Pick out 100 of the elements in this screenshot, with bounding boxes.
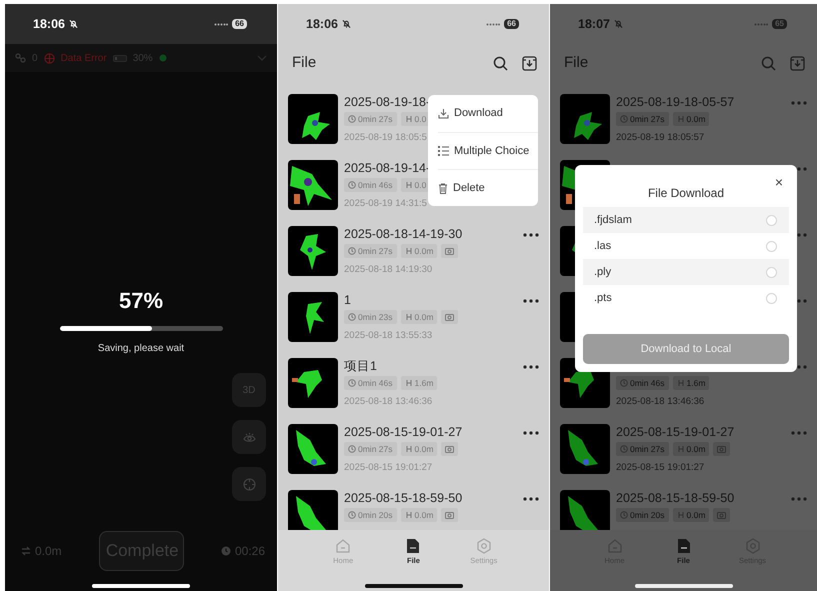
duration-text: 0min 20s <box>358 508 392 522</box>
dialog-title: File Download <box>646 185 726 202</box>
download-icon <box>438 108 449 119</box>
chevron-down-icon[interactable] <box>257 55 267 61</box>
progress-percent: 57% <box>118 287 164 315</box>
file-name: 2025-08-19-18-05-57 <box>616 94 736 110</box>
clock-icon <box>220 546 231 556</box>
duration-text: 0min 27s <box>358 112 392 126</box>
duration-text: 0min 27s <box>630 442 664 456</box>
menu-item[interactable]: Multiple Choice <box>438 132 538 169</box>
duration-text: 0min 27s <box>358 442 392 456</box>
settings-icon <box>744 538 760 554</box>
file-date: 2025-08-15 19:01:27 <box>616 461 706 473</box>
clock-icon <box>620 445 628 453</box>
menu-item[interactable]: Delete <box>438 169 538 206</box>
bell-off-icon <box>342 19 351 29</box>
status-dot-icon <box>158 54 167 62</box>
file-name: 2025-08-15-18-59-50 <box>616 490 736 506</box>
clock-icon <box>348 511 356 519</box>
settings-icon <box>476 538 492 554</box>
distance-text: 0.0m <box>686 442 706 456</box>
clock-icon <box>348 181 356 189</box>
duration-text: 0min 27s <box>630 112 664 126</box>
bell-off-icon <box>68 19 78 29</box>
trash-icon <box>438 182 448 194</box>
file-date: 2025-08-19 18:05:57 <box>616 131 706 143</box>
distance-text: 0.0m <box>686 112 706 126</box>
duration-text: 0min 23s <box>358 310 392 324</box>
crosshair-icon <box>242 478 256 490</box>
format-label: .las <box>594 238 612 254</box>
camera-icon <box>445 511 454 519</box>
clock-icon <box>348 115 356 123</box>
format-label: .ply <box>594 264 612 280</box>
file-date: 2025-08-18 13:46:36 <box>616 395 706 407</box>
more-icon[interactable] <box>523 497 539 501</box>
home-icon <box>606 538 622 554</box>
battery-icon <box>112 54 127 62</box>
file-date: 2025-08-18 13:55:33 <box>344 329 434 341</box>
more-icon[interactable] <box>523 233 539 237</box>
eye-icon <box>242 432 256 442</box>
clock-icon <box>348 379 356 387</box>
battery-indicator: 66 <box>232 19 247 29</box>
more-icon[interactable] <box>523 431 539 435</box>
distance-text: 0.0 <box>414 112 426 126</box>
file-name: 2025-08-19-18- <box>344 94 432 110</box>
duration-text: 0min 27s <box>358 244 392 258</box>
link-icon <box>15 53 26 63</box>
distance-text: 0.0m <box>414 310 434 324</box>
distance-text: 1.6m <box>414 376 434 390</box>
error-text: Data Error <box>60 52 107 66</box>
file-name: 1 <box>344 292 352 308</box>
menu-item[interactable]: Download <box>438 95 538 132</box>
signal-icon <box>214 22 228 26</box>
radio-button[interactable] <box>766 266 777 278</box>
list-icon <box>438 146 449 156</box>
camera-icon <box>717 511 726 519</box>
file-name: 2025-08-15-18-59-50 <box>344 490 464 506</box>
status-time: 18:06 <box>306 16 338 33</box>
clock-icon <box>348 313 356 321</box>
download-icon[interactable] <box>522 56 537 70</box>
crosshair-icon <box>44 52 55 64</box>
file-date: 2025-08-19 18:05:5 <box>344 131 428 143</box>
format-option[interactable]: .ply <box>583 259 789 285</box>
radio-button[interactable] <box>766 214 777 226</box>
duration-text: 0min 46s <box>358 178 392 192</box>
close-button[interactable]: × <box>772 175 785 189</box>
duration-text: 0min 46s <box>630 376 664 390</box>
signal-icon <box>486 22 500 26</box>
format-label: .pts <box>594 290 612 306</box>
distance-text: 0.0m <box>414 508 434 522</box>
distance-text: 0.0m <box>414 244 434 258</box>
format-option[interactable]: .fjdslam <box>583 207 789 233</box>
radio-button[interactable] <box>766 292 777 304</box>
file-name: 2025-08-15-19-01-27 <box>344 424 464 440</box>
camera-icon <box>445 313 454 321</box>
home-icon <box>335 538 352 554</box>
file-name: 2025-08-19-14- <box>344 160 432 176</box>
battery-indicator: 66 <box>504 19 519 29</box>
page-title: File <box>564 52 590 73</box>
distance-text: 1.6m <box>686 376 706 390</box>
radio-button[interactable] <box>766 240 777 252</box>
file-name: 项目1 <box>344 358 378 374</box>
clock-icon <box>620 511 628 519</box>
file-name: 2025-08-15-19-01-27 <box>616 424 736 440</box>
file-date: 2025-08-18 14:19:30 <box>344 263 434 275</box>
bell-off-icon <box>614 19 623 29</box>
more-icon[interactable] <box>523 299 539 303</box>
locate-button[interactable] <box>232 467 266 501</box>
document-icon <box>406 538 420 554</box>
search-icon[interactable] <box>493 56 508 70</box>
file-date: 2025-08-18 13:46:36 <box>344 395 434 407</box>
format-label: .fjdslam <box>594 212 632 228</box>
status-time: 18:06 <box>33 16 65 33</box>
page-title: File <box>292 52 318 73</box>
document-icon <box>676 538 690 554</box>
more-icon[interactable] <box>523 365 539 369</box>
progress-message: Saving, please wait <box>98 342 184 356</box>
clock-icon <box>620 115 628 123</box>
eye-button[interactable] <box>232 420 266 454</box>
distance-text: 0.0 <box>414 178 426 192</box>
